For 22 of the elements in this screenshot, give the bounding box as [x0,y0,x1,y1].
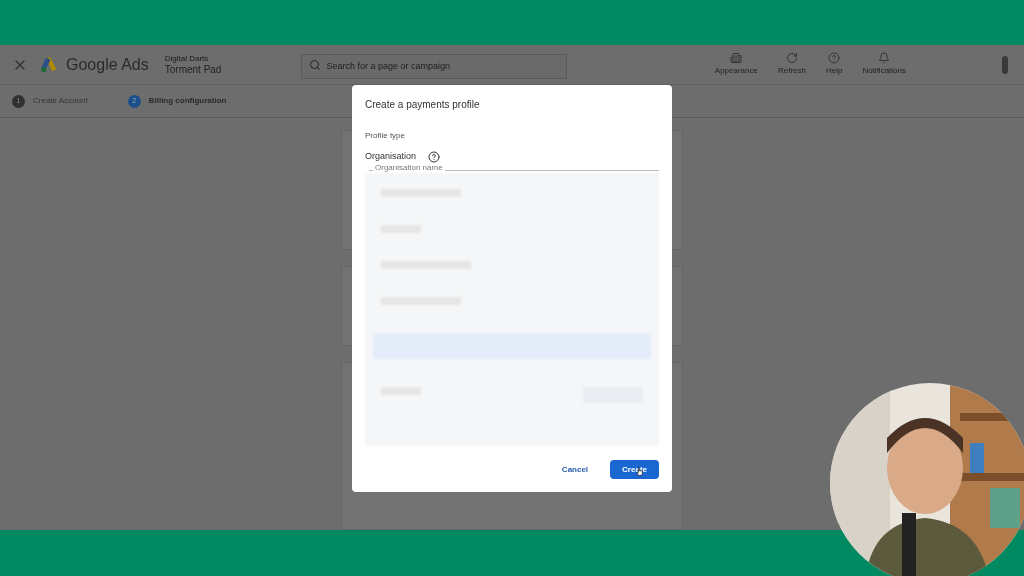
field-label: Organisation name [373,162,445,172]
account-parent[interactable]: Digital Darts [164,54,222,63]
app-name: Google Ads [66,54,149,75]
refresh-icon [785,52,798,64]
account-name[interactable]: Torment Pad [164,64,222,75]
bell-icon [878,52,891,64]
field-label: Profile type [365,130,407,142]
toolbar-button[interactable]: Notifications [858,52,910,77]
toolbar-button[interactable]: Appearance [710,52,762,77]
search-icon [309,59,322,71]
cancel-button[interactable]: Cancel [551,460,599,479]
help-icon[interactable] [428,150,441,163]
building-icon [730,52,743,64]
profile-type: Organisation [365,150,417,163]
create-button[interactable]: Create [610,460,659,479]
toolbar-button[interactable]: Refresh [773,52,810,77]
toolbar-button[interactable]: Help [821,52,847,77]
search-field[interactable]: Search for a page or campaign [301,53,568,79]
dialog-title: Create a payments profile [365,98,481,112]
step-label: Billing configuration [148,95,227,107]
help-icon [828,52,841,64]
logo-icon [40,55,58,74]
